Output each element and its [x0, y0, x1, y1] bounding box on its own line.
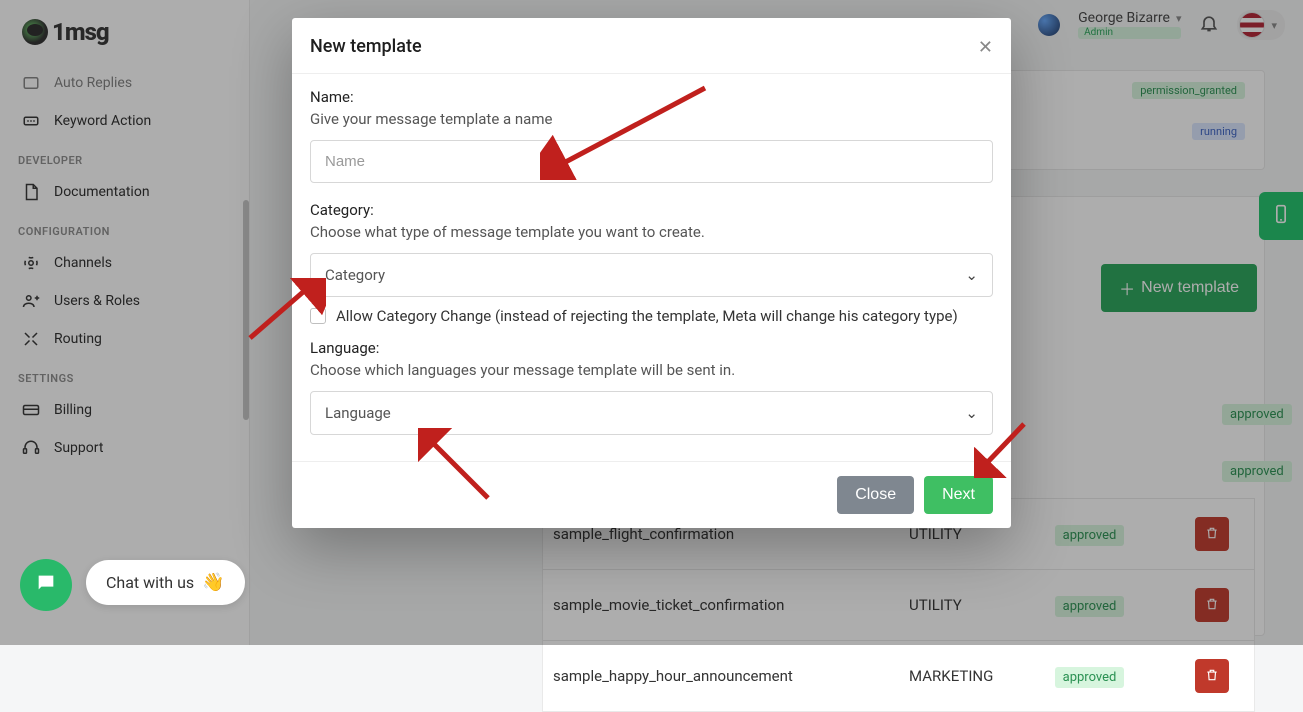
chat-fab[interactable]	[20, 559, 72, 611]
modal-overlay[interactable]: New template ✕ Name: Give your message t…	[0, 0, 1303, 645]
field-description: Choose what type of message template you…	[310, 223, 993, 241]
status-approved-badge: approved	[1055, 667, 1125, 688]
modal-title: New template	[310, 36, 422, 57]
chat-with-us-pill[interactable]: Chat with us 👋	[86, 560, 245, 605]
new-template-modal: New template ✕ Name: Give your message t…	[292, 18, 1011, 528]
next-button[interactable]: Next	[924, 476, 993, 514]
language-select[interactable]: Language ⌄	[310, 391, 993, 435]
field-category: Category: Choose what type of message te…	[310, 201, 993, 297]
modal-body: Name: Give your message template a name …	[292, 74, 1011, 461]
delete-row-button[interactable]	[1195, 659, 1229, 693]
select-placeholder: Language	[325, 404, 391, 422]
chat-icon	[35, 572, 57, 598]
field-language: Language: Choose which languages your me…	[310, 339, 993, 435]
button-label: Next	[942, 486, 975, 503]
field-name: Name: Give your message template a name	[310, 88, 993, 183]
close-button[interactable]: Close	[837, 476, 914, 514]
chat-pill-label: Chat with us	[106, 573, 194, 592]
field-label: Category:	[310, 201, 993, 219]
field-label: Name:	[310, 88, 993, 106]
category-select[interactable]: Category ⌄	[310, 253, 993, 297]
name-input[interactable]	[310, 140, 993, 183]
checkbox-box	[310, 308, 326, 324]
modal-close-button[interactable]: ✕	[978, 38, 993, 56]
field-label: Language:	[310, 339, 993, 357]
field-description: Choose which languages your message temp…	[310, 361, 993, 379]
table-row: sample_happy_hour_announcement MARKETING…	[543, 641, 1255, 712]
button-label: Close	[855, 486, 896, 503]
wave-hand-icon: 👋	[202, 572, 224, 593]
select-placeholder: Category	[325, 266, 385, 284]
chevron-down-icon: ⌄	[965, 404, 978, 422]
modal-footer: Close Next	[292, 461, 1011, 528]
close-icon: ✕	[978, 37, 993, 57]
trash-icon	[1205, 668, 1219, 685]
allow-category-change-checkbox[interactable]: Allow Category Change (instead of reject…	[310, 307, 993, 325]
modal-header: New template ✕	[292, 18, 1011, 74]
template-category: MARKETING	[899, 641, 1045, 712]
field-description: Give your message template a name	[310, 110, 993, 128]
chevron-down-icon: ⌄	[965, 266, 978, 284]
checkbox-label: Allow Category Change (instead of reject…	[336, 307, 958, 325]
template-name: sample_happy_hour_announcement	[543, 641, 900, 712]
